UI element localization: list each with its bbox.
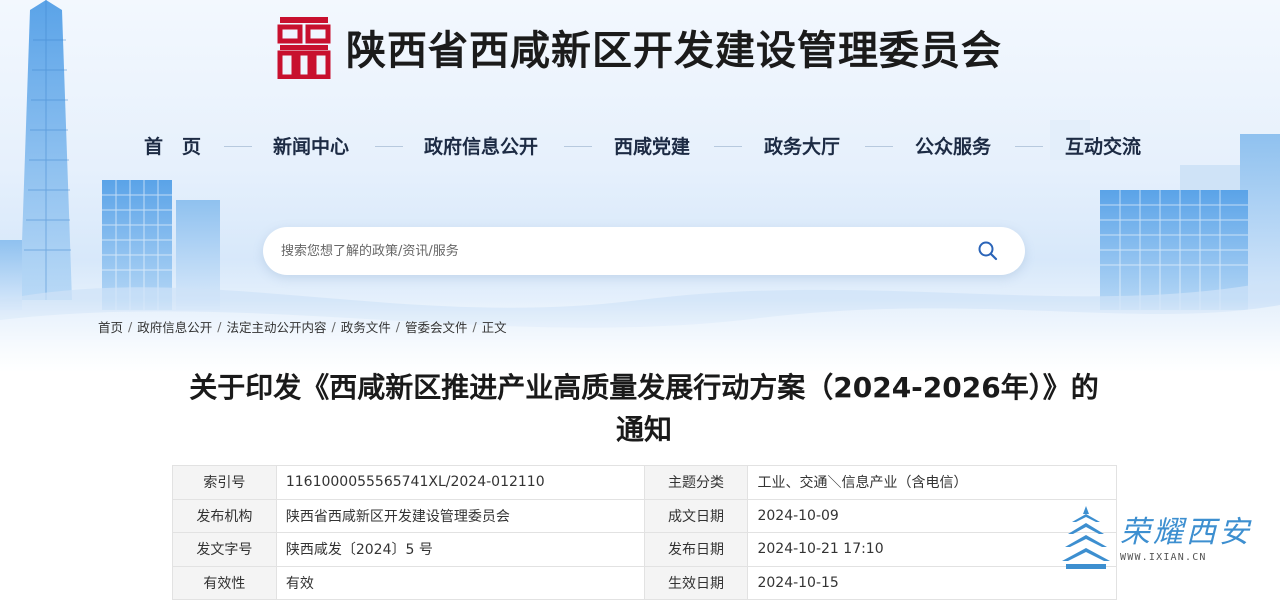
meta-value-index: 1161000055565741XL/2024-012110 <box>275 465 645 500</box>
table-row: 发文字号 陕西咸发〔2024〕5 号 发布日期 2024-10-21 17:10 <box>172 532 1117 567</box>
search-icon[interactable] <box>977 240 999 262</box>
nav-item-party[interactable]: 西咸党建 <box>614 132 690 159</box>
nav-item-home[interactable]: 首 页 <box>144 132 201 159</box>
breadcrumb-separator: / <box>128 319 133 334</box>
nav-item-gov-info[interactable]: 政府信息公开 <box>424 132 538 159</box>
table-row: 发布机构 陕西省西咸新区开发建设管理委员会 成文日期 2024-10-09 <box>172 498 1117 533</box>
table-row: 有效性 有效 生效日期 2024-10-15 <box>172 565 1117 600</box>
header-banner: 陕西省西咸新区开发建设管理委员会 首 页 新闻中心 政府信息公开 西咸党建 政务… <box>0 0 1280 372</box>
nav-divider <box>564 146 592 147</box>
pagoda-logo-icon <box>1062 506 1110 569</box>
meta-key-index: 索引号 <box>172 465 277 500</box>
breadcrumb-home[interactable]: 首页 <box>98 317 123 336</box>
breadcrumb-gov-docs[interactable]: 政务文件 <box>341 317 391 336</box>
meta-value-topic: 工业、交通＼信息产业（含电信） <box>747 465 1117 500</box>
breadcrumb-separator: / <box>217 319 222 334</box>
nav-divider <box>1015 146 1043 147</box>
meta-key-doc-number: 发文字号 <box>172 532 277 567</box>
site-title: 陕西省西咸新区开发建设管理委员会 <box>346 28 1002 74</box>
breadcrumb-statutory[interactable]: 法定主动公开内容 <box>226 317 326 336</box>
breadcrumb: 首页 / 政府信息公开 / 法定主动公开内容 / 政务文件 / 管委会文件 / … <box>98 317 507 336</box>
meta-key-written-date: 成文日期 <box>643 498 749 533</box>
breadcrumb-current: 正文 <box>481 320 507 335</box>
breadcrumb-separator: / <box>331 319 336 334</box>
article-title: 关于印发《西咸新区推进产业高质量发展行动方案（2024-2026年）》的 通知 <box>150 367 1138 451</box>
logo-seal-icon <box>277 17 331 79</box>
document-meta-table: 索引号 1161000055565741XL/2024-012110 主题分类 … <box>172 465 1117 600</box>
nav-item-service-hall[interactable]: 政务大厅 <box>764 132 840 159</box>
meta-value-publisher: 陕西省西咸新区开发建设管理委员会 <box>275 498 645 533</box>
breadcrumb-committee-docs[interactable]: 管委会文件 <box>405 317 468 336</box>
site-logo-block[interactable]: 陕西省西咸新区开发建设管理委员会 <box>276 14 1002 80</box>
nav-item-interaction[interactable]: 互动交流 <box>1065 132 1141 159</box>
meta-key-publisher: 发布机构 <box>172 498 277 533</box>
watermark: 荣耀西安 WWW.IXIAN.CN <box>1062 504 1262 574</box>
breadcrumb-separator: / <box>472 319 477 334</box>
watermark-url: WWW.IXIAN.CN <box>1120 551 1207 563</box>
breadcrumb-gov-info[interactable]: 政府信息公开 <box>137 317 212 336</box>
nav-item-public-service[interactable]: 公众服务 <box>915 132 991 159</box>
search-bar <box>263 227 1025 275</box>
meta-key-publish-date: 发布日期 <box>643 532 749 567</box>
nav-item-news[interactable]: 新闻中心 <box>273 132 349 159</box>
search-input[interactable] <box>281 236 941 266</box>
watermark-text: 荣耀西安 <box>1120 514 1252 550</box>
breadcrumb-separator: / <box>395 319 400 334</box>
meta-key-effective-date: 生效日期 <box>643 565 749 600</box>
meta-key-topic: 主题分类 <box>643 465 749 500</box>
article-title-line2: 通知 <box>615 413 672 446</box>
main-nav: 首 页 新闻中心 政府信息公开 西咸党建 政务大厅 公众服务 互动交流 <box>0 126 1280 166</box>
nav-divider <box>714 146 742 147</box>
meta-value-validity: 有效 <box>275 565 645 600</box>
meta-value-doc-number: 陕西咸发〔2024〕5 号 <box>275 532 645 567</box>
nav-divider <box>865 146 893 147</box>
table-row: 索引号 1161000055565741XL/2024-012110 主题分类 … <box>172 465 1117 500</box>
article-title-line1: 关于印发《西咸新区推进产业高质量发展行动方案（2024-2026年）》的 <box>189 371 1099 404</box>
nav-divider <box>224 146 252 147</box>
meta-key-validity: 有效性 <box>172 565 277 600</box>
nav-divider <box>375 146 403 147</box>
